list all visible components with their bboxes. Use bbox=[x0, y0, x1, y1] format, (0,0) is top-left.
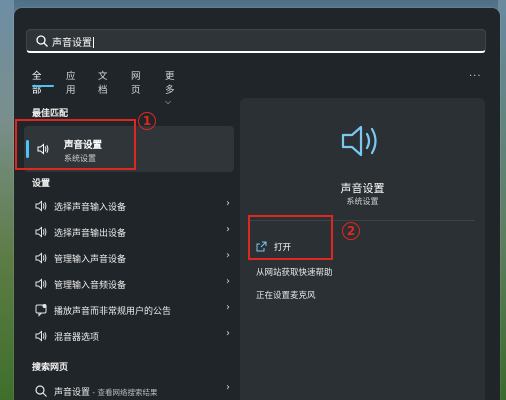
speaker-icon bbox=[35, 252, 47, 264]
search-input[interactable]: 声音设置 bbox=[52, 34, 94, 49]
settings-item-label: 混音器选项 bbox=[54, 333, 100, 343]
tab-documents[interactable]: 文档 bbox=[98, 68, 108, 96]
speaker-icon bbox=[35, 226, 47, 238]
speaker-icon bbox=[35, 200, 47, 212]
tab-web[interactable]: 网页 bbox=[131, 68, 141, 96]
settings-item[interactable]: 管理输入声音设备 › bbox=[24, 246, 234, 270]
search-window: 声音设置 全部 应用 文档 网页 更多 ⌵ ··· 最佳匹配 声音设置 系统设置… bbox=[14, 8, 500, 400]
more-options-icon[interactable]: ··· bbox=[469, 71, 482, 82]
settings-item-label: 管理输入音频设备 bbox=[54, 281, 127, 291]
annotation-box-2 bbox=[248, 215, 333, 260]
annotation-badge-2: 2 bbox=[342, 222, 360, 240]
settings-item-label: 播放声音而非常规用户的公告 bbox=[54, 307, 172, 317]
web-search-heading: 搜索网页 bbox=[32, 363, 69, 373]
speaker-icon bbox=[35, 330, 47, 342]
text-caret bbox=[93, 37, 94, 48]
settings-item-label: 选择声音输出设备 bbox=[54, 229, 127, 239]
preview-title: 声音设置 bbox=[340, 182, 385, 195]
web-search-label: 声音设置 - 查看网络搜索结果 bbox=[54, 388, 158, 398]
chevron-right-icon: › bbox=[226, 382, 230, 393]
tab-more[interactable]: 更多 ⌵ bbox=[165, 68, 175, 107]
chevron-right-icon: › bbox=[226, 302, 230, 313]
tab-all[interactable]: 全部 bbox=[32, 68, 42, 96]
settings-item-label: 选择声音输入设备 bbox=[54, 203, 127, 213]
annotation-box-1 bbox=[15, 119, 136, 170]
best-match-heading: 最佳匹配 bbox=[32, 109, 69, 119]
settings-item[interactable]: 选择声音输出设备 › bbox=[24, 220, 234, 244]
settings-item-label: 管理输入声音设备 bbox=[54, 255, 127, 265]
chevron-right-icon: › bbox=[226, 250, 230, 261]
speaker-icon bbox=[35, 278, 47, 290]
search-box[interactable]: 声音设置 bbox=[26, 29, 486, 53]
settings-item[interactable]: 混音器选项 › bbox=[24, 324, 234, 348]
web-search-item[interactable]: 声音设置 - 查看网络搜索结果 › bbox=[24, 380, 234, 400]
desktop-background bbox=[0, 0, 14, 400]
settings-item[interactable]: 管理输入音频设备 › bbox=[24, 272, 234, 296]
notification-icon bbox=[35, 304, 47, 317]
chevron-right-icon: › bbox=[226, 198, 230, 209]
settings-item[interactable]: 播放声音而非常规用户的公告 › bbox=[24, 298, 234, 322]
speaker-icon bbox=[341, 125, 377, 157]
tab-apps[interactable]: 应用 bbox=[66, 68, 76, 96]
chevron-right-icon: › bbox=[226, 328, 230, 339]
chevron-right-icon: › bbox=[226, 276, 230, 287]
settings-heading: 设置 bbox=[32, 179, 51, 189]
quick-help-link[interactable]: 从网站获取快速帮助 bbox=[256, 266, 333, 278]
search-icon bbox=[36, 35, 48, 47]
microphone-setup-link[interactable]: 正在设置麦克风 bbox=[256, 289, 316, 301]
settings-item[interactable]: 选择声音输入设备 › bbox=[24, 194, 234, 218]
preview-subtitle: 系统设置 bbox=[346, 197, 379, 206]
chevron-down-icon: ⌵ bbox=[165, 97, 172, 106]
tab-active-indicator bbox=[32, 85, 54, 87]
annotation-badge-1: 1 bbox=[138, 112, 156, 130]
search-icon bbox=[35, 385, 47, 397]
chevron-right-icon: › bbox=[226, 224, 230, 235]
